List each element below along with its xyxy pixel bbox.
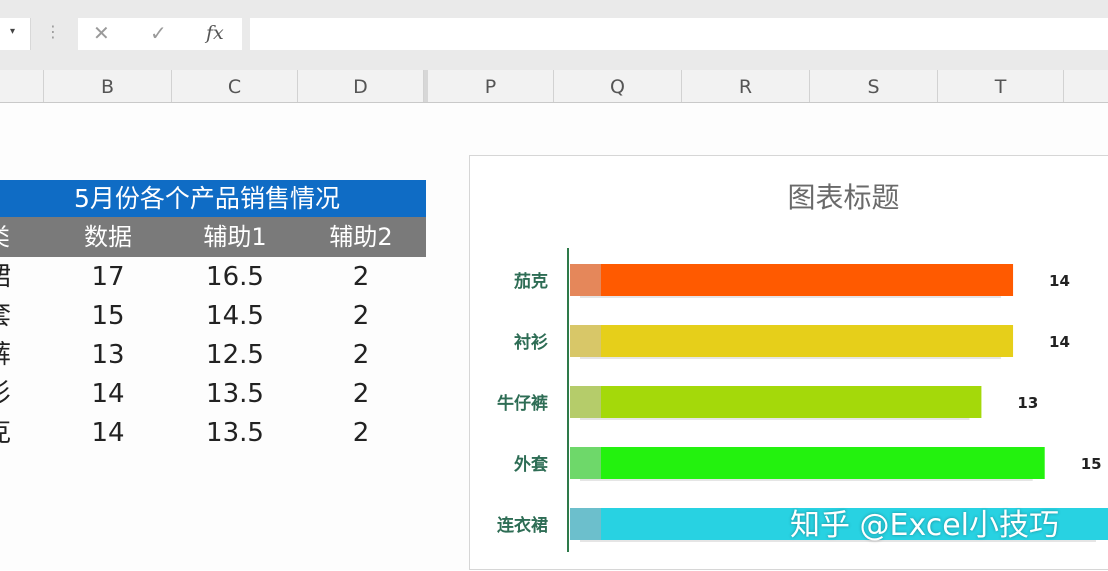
table-row: 克 14 13.5 2 (0, 413, 426, 452)
bar-2[interactable] (570, 386, 982, 418)
cell-category[interactable]: 裙 (0, 257, 18, 296)
column-header-d[interactable]: D (298, 70, 424, 102)
formula-buttons: ✕ ✓ fx (78, 18, 242, 50)
confirm-icon[interactable]: ✓ (150, 22, 167, 44)
category-label[interactable]: 连衣裙 (497, 515, 548, 536)
cancel-icon[interactable]: ✕ (93, 22, 110, 44)
cell-data[interactable]: 13 (44, 335, 172, 374)
table-row: 裙 17 16.5 2 (0, 257, 426, 296)
column-header-r[interactable]: R (682, 70, 810, 102)
cell-helper2[interactable]: 2 (298, 413, 424, 452)
header-helper2[interactable]: 辅助2 (298, 217, 424, 257)
formula-input[interactable] (250, 18, 1108, 50)
formula-bar: ▾ ⋮ ✕ ✓ fx (0, 0, 1108, 70)
bar-helper-segment[interactable] (570, 264, 601, 296)
column-header-b[interactable]: B (44, 70, 172, 102)
table-header-row: 类 数据 辅助1 辅助2 (0, 217, 426, 257)
header-category[interactable]: 类 (0, 217, 18, 257)
bar-helper-segment[interactable] (570, 386, 601, 418)
cell-data[interactable]: 17 (44, 257, 172, 296)
data-label[interactable]: 14 (1049, 272, 1070, 290)
data-label[interactable]: 13 (1017, 394, 1038, 412)
table-row: 裤 13 12.5 2 (0, 335, 426, 374)
bar-1[interactable] (570, 325, 1014, 357)
bar-helper-segment[interactable] (570, 325, 601, 357)
cell-helper2[interactable]: 2 (298, 335, 424, 374)
cell-helper1[interactable]: 13.5 (172, 374, 298, 413)
more-options-icon[interactable]: ⋮ (45, 22, 61, 41)
header-data[interactable]: 数据 (44, 217, 172, 257)
name-box[interactable]: ▾ (0, 18, 31, 50)
bar-0[interactable] (570, 264, 1014, 296)
cell-data[interactable]: 14 (44, 413, 172, 452)
insert-function-icon[interactable]: fx (206, 22, 224, 44)
watermark: 知乎 @Excel小技巧 (790, 508, 1060, 543)
header-helper1[interactable]: 辅助1 (172, 217, 298, 257)
cell-category[interactable]: 裤 (0, 335, 18, 374)
cell-category[interactable]: 衫 (0, 374, 18, 413)
column-header-partial[interactable] (0, 70, 44, 102)
table-title[interactable]: 5月份各个产品销售情况 (0, 180, 426, 217)
category-label[interactable]: 牛仔裤 (497, 393, 548, 414)
cell-helper1[interactable]: 14.5 (172, 296, 298, 335)
cell-helper2[interactable]: 2 (298, 296, 424, 335)
category-label[interactable]: 茄克 (513, 271, 548, 292)
column-headers: B C D P Q R S T (0, 70, 1108, 103)
data-label[interactable]: 15 (1081, 455, 1102, 473)
cell-helper2[interactable]: 2 (298, 374, 424, 413)
cell-data[interactable]: 15 (44, 296, 172, 335)
column-header-q[interactable]: Q (554, 70, 682, 102)
cell-helper1[interactable]: 16.5 (172, 257, 298, 296)
data-label[interactable]: 14 (1049, 333, 1070, 351)
category-label[interactable]: 衬衫 (514, 332, 548, 353)
cell-data[interactable]: 14 (44, 374, 172, 413)
cell-helper2[interactable]: 2 (298, 257, 424, 296)
cell-helper1[interactable]: 12.5 (172, 335, 298, 374)
bar-helper-segment[interactable] (570, 447, 601, 479)
table-row: 衫 14 13.5 2 (0, 374, 426, 413)
table-row: 套 15 14.5 2 (0, 296, 426, 335)
cell-category[interactable]: 克 (0, 413, 18, 452)
cell-helper1[interactable]: 13.5 (172, 413, 298, 452)
bar-helper-segment[interactable] (570, 508, 601, 540)
column-header-t[interactable]: T (938, 70, 1064, 102)
column-header-p[interactable]: P (428, 70, 554, 102)
column-header-s[interactable]: S (810, 70, 938, 102)
category-label[interactable]: 外套 (514, 454, 549, 475)
column-header-c[interactable]: C (172, 70, 298, 102)
chevron-down-icon[interactable]: ▾ (10, 26, 15, 37)
cell-category[interactable]: 套 (0, 296, 18, 335)
bar-3[interactable] (570, 447, 1045, 479)
